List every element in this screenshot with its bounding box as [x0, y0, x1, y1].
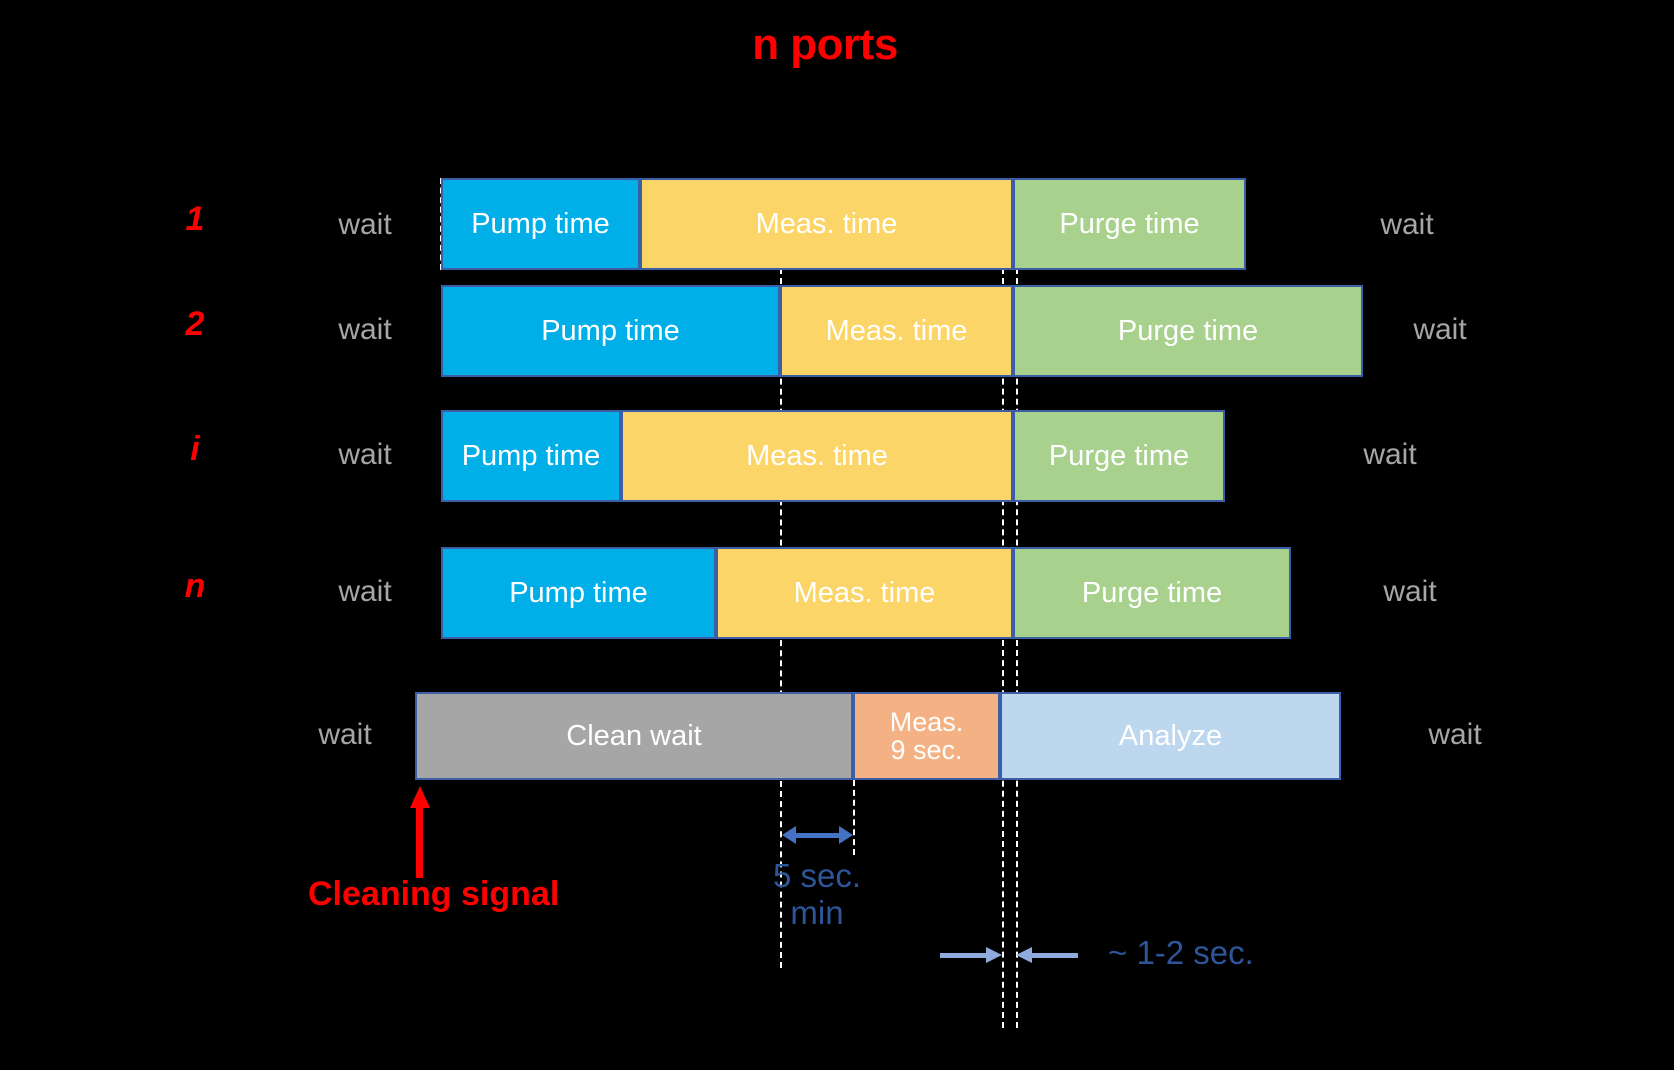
- row-1-segment-pump: Pump time: [441, 178, 640, 270]
- cleaning-signal-arrow-icon: [410, 786, 430, 881]
- row-3-segment-purge: Purge time: [1013, 410, 1225, 502]
- row-4-segment-pump: Pump time: [441, 547, 716, 639]
- row-4-left-wait: wait: [338, 575, 392, 608]
- guide-line-meas-end-right: [1016, 268, 1018, 1028]
- row-1-segment-purge: Purge time: [1013, 178, 1246, 270]
- row-2-right-wait: wait: [1413, 313, 1467, 346]
- row-label-2: 2: [185, 305, 205, 343]
- guide-line-clean-wait-end: [853, 780, 855, 855]
- five-sec-min-label: 5 sec. min: [772, 857, 862, 931]
- page-title: n ports: [0, 20, 1674, 70]
- row-3-left-wait: wait: [338, 438, 392, 471]
- row-5-segment-clean-wait: Clean wait: [415, 692, 853, 780]
- row-5-right-wait: wait: [1428, 718, 1482, 751]
- row-3-segment-meas: Meas. time: [621, 410, 1013, 502]
- row-5-left-wait: wait: [318, 718, 372, 751]
- row-3-segment-pump: Pump time: [441, 410, 621, 502]
- row-1-left-wait: wait: [338, 208, 392, 241]
- row-4-segment-purge: Purge time: [1013, 547, 1291, 639]
- row-1-right-wait: wait: [1380, 208, 1434, 241]
- row-3-right-wait: wait: [1363, 438, 1417, 471]
- row-4-right-wait: wait: [1383, 575, 1437, 608]
- row-label-1: 1: [185, 200, 205, 238]
- guide-line-meas-end-left: [1002, 268, 1004, 1028]
- row-5-segment-analyze: Analyze: [1000, 692, 1341, 780]
- row-2-segment-meas: Meas. time: [780, 285, 1013, 377]
- five-sec-double-arrow-icon: [782, 826, 853, 844]
- one-two-sec-arrow-right-icon: [1016, 947, 1078, 963]
- row-2-segment-pump: Pump time: [441, 285, 780, 377]
- row-2-left-wait: wait: [338, 313, 392, 346]
- row-label-i: i: [190, 430, 200, 468]
- row-5-segment-meas: Meas. 9 sec.: [853, 692, 1000, 780]
- one-two-sec-label: ~ 1-2 sec.: [1108, 934, 1254, 971]
- timing-diagram: n ports 1 wait Pump time Meas. time Purg…: [0, 0, 1674, 1070]
- row-label-n: n: [184, 567, 206, 605]
- row-1-segment-meas: Meas. time: [640, 178, 1013, 270]
- cleaning-signal-label: Cleaning signal: [308, 875, 560, 913]
- one-two-sec-arrow-left-icon: [940, 947, 1002, 963]
- row-2-segment-purge: Purge time: [1013, 285, 1363, 377]
- page-title-text: n ports: [752, 20, 898, 69]
- row-4-segment-meas: Meas. time: [716, 547, 1013, 639]
